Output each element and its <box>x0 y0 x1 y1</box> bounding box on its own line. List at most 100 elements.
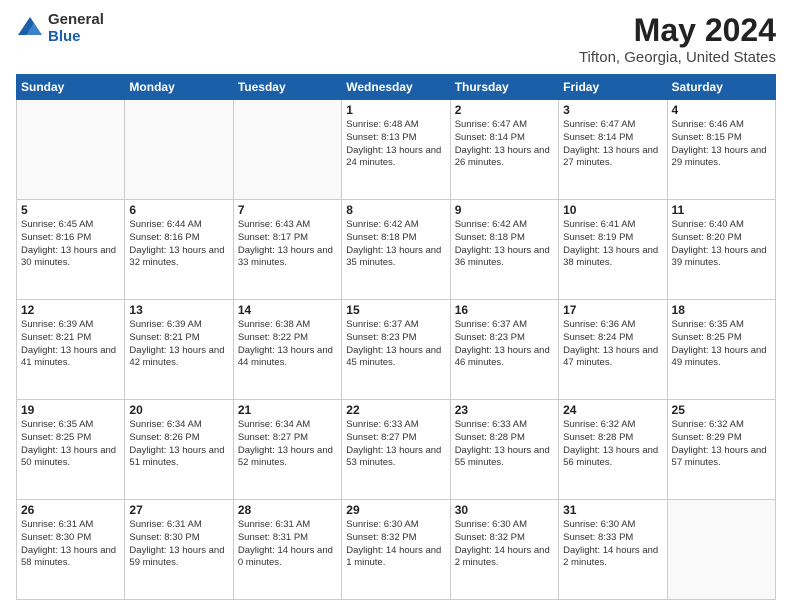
day-info: Sunrise: 6:34 AM Sunset: 8:26 PM Dayligh… <box>129 419 228 470</box>
day-info: Sunrise: 6:38 AM Sunset: 8:22 PM Dayligh… <box>238 319 337 370</box>
week-row-2: 12 Sunrise: 6:39 AM Sunset: 8:21 PM Dayli… <box>17 300 776 400</box>
day-number: 29 <box>346 503 445 517</box>
day-number: 27 <box>129 503 228 517</box>
day-info: Sunrise: 6:37 AM Sunset: 8:23 PM Dayligh… <box>346 319 445 370</box>
day-cell <box>233 100 341 200</box>
day-info: Sunrise: 6:44 AM Sunset: 8:16 PM Dayligh… <box>129 219 228 270</box>
day-number: 14 <box>238 303 337 317</box>
day-number: 20 <box>129 403 228 417</box>
subtitle: Tifton, Georgia, United States <box>579 49 776 66</box>
day-cell: 6 Sunrise: 6:44 AM Sunset: 8:16 PM Daylig… <box>125 200 233 300</box>
day-number: 19 <box>21 403 120 417</box>
day-number: 1 <box>346 103 445 117</box>
day-cell: 11 Sunrise: 6:40 AM Sunset: 8:20 PM Dayli… <box>667 200 775 300</box>
page: General Blue May 2024 Tifton, Georgia, U… <box>0 0 792 612</box>
day-info: Sunrise: 6:47 AM Sunset: 8:14 PM Dayligh… <box>563 119 662 170</box>
main-title: May 2024 <box>579 12 776 49</box>
day-info: Sunrise: 6:39 AM Sunset: 8:21 PM Dayligh… <box>21 319 120 370</box>
header-saturday: Saturday <box>667 75 775 100</box>
header-friday: Friday <box>559 75 667 100</box>
day-info: Sunrise: 6:31 AM Sunset: 8:30 PM Dayligh… <box>21 519 120 570</box>
day-cell: 23 Sunrise: 6:33 AM Sunset: 8:28 PM Dayli… <box>450 400 558 500</box>
day-cell: 17 Sunrise: 6:36 AM Sunset: 8:24 PM Dayli… <box>559 300 667 400</box>
day-cell: 19Sunrise: 6:35 AM Sunset: 8:25 PM Dayli… <box>17 400 125 500</box>
day-number: 2 <box>455 103 554 117</box>
day-cell: 16 Sunrise: 6:37 AM Sunset: 8:23 PM Dayli… <box>450 300 558 400</box>
day-info: Sunrise: 6:36 AM Sunset: 8:24 PM Dayligh… <box>563 319 662 370</box>
day-number: 25 <box>672 403 771 417</box>
day-cell: 3 Sunrise: 6:47 AM Sunset: 8:14 PM Daylig… <box>559 100 667 200</box>
day-info: Sunrise: 6:30 AM Sunset: 8:33 PM Dayligh… <box>563 519 662 570</box>
day-cell: 2 Sunrise: 6:47 AM Sunset: 8:14 PM Daylig… <box>450 100 558 200</box>
day-number: 12 <box>21 303 120 317</box>
day-number: 11 <box>672 203 771 217</box>
logo-blue: Blue <box>48 29 104 46</box>
day-info: Sunrise: 6:47 AM Sunset: 8:14 PM Dayligh… <box>455 119 554 170</box>
day-cell: 5Sunrise: 6:45 AM Sunset: 8:16 PM Daylig… <box>17 200 125 300</box>
day-cell: 7 Sunrise: 6:43 AM Sunset: 8:17 PM Daylig… <box>233 200 341 300</box>
day-cell: 24Sunrise: 6:32 AM Sunset: 8:28 PM Dayli… <box>559 400 667 500</box>
day-info: Sunrise: 6:40 AM Sunset: 8:20 PM Dayligh… <box>672 219 771 270</box>
week-row-3: 19Sunrise: 6:35 AM Sunset: 8:25 PM Dayli… <box>17 400 776 500</box>
day-number: 26 <box>21 503 120 517</box>
calendar-table: SundayMondayTuesdayWednesdayThursdayFrid… <box>16 74 776 600</box>
calendar-body: 1 Sunrise: 6:48 AM Sunset: 8:13 PM Daylig… <box>17 100 776 600</box>
header-wednesday: Wednesday <box>342 75 450 100</box>
logo-general: General <box>48 12 104 29</box>
day-info: Sunrise: 6:33 AM Sunset: 8:28 PM Dayligh… <box>455 419 554 470</box>
day-cell: 4Sunrise: 6:46 AM Sunset: 8:15 PM Daylig… <box>667 100 775 200</box>
day-cell: 10 Sunrise: 6:41 AM Sunset: 8:19 PM Dayli… <box>559 200 667 300</box>
day-cell: 25 Sunrise: 6:32 AM Sunset: 8:29 PM Dayli… <box>667 400 775 500</box>
day-info: Sunrise: 6:33 AM Sunset: 8:27 PM Dayligh… <box>346 419 445 470</box>
day-info: Sunrise: 6:37 AM Sunset: 8:23 PM Dayligh… <box>455 319 554 370</box>
day-number: 10 <box>563 203 662 217</box>
day-number: 24 <box>563 403 662 417</box>
day-cell: 29 Sunrise: 6:30 AM Sunset: 8:32 PM Dayli… <box>342 500 450 600</box>
header-monday: Monday <box>125 75 233 100</box>
day-cell: 28Sunrise: 6:31 AM Sunset: 8:31 PM Dayli… <box>233 500 341 600</box>
day-info: Sunrise: 6:30 AM Sunset: 8:32 PM Dayligh… <box>455 519 554 570</box>
day-cell: 15 Sunrise: 6:37 AM Sunset: 8:23 PM Dayli… <box>342 300 450 400</box>
week-row-4: 26 Sunrise: 6:31 AM Sunset: 8:30 PM Dayli… <box>17 500 776 600</box>
day-info: Sunrise: 6:30 AM Sunset: 8:32 PM Dayligh… <box>346 519 445 570</box>
day-cell: 14 Sunrise: 6:38 AM Sunset: 8:22 PM Dayli… <box>233 300 341 400</box>
header-sunday: Sunday <box>17 75 125 100</box>
day-number: 17 <box>563 303 662 317</box>
day-cell: 22 Sunrise: 6:33 AM Sunset: 8:27 PM Dayli… <box>342 400 450 500</box>
day-number: 9 <box>455 203 554 217</box>
day-number: 7 <box>238 203 337 217</box>
day-number: 22 <box>346 403 445 417</box>
day-info: Sunrise: 6:41 AM Sunset: 8:19 PM Dayligh… <box>563 219 662 270</box>
day-info: Sunrise: 6:43 AM Sunset: 8:17 PM Dayligh… <box>238 219 337 270</box>
day-number: 23 <box>455 403 554 417</box>
day-cell <box>667 500 775 600</box>
day-info: Sunrise: 6:42 AM Sunset: 8:18 PM Dayligh… <box>346 219 445 270</box>
day-number: 31 <box>563 503 662 517</box>
day-number: 13 <box>129 303 228 317</box>
day-cell: 20 Sunrise: 6:34 AM Sunset: 8:26 PM Dayli… <box>125 400 233 500</box>
day-info: Sunrise: 6:46 AM Sunset: 8:15 PM Dayligh… <box>672 119 771 170</box>
day-info: Sunrise: 6:31 AM Sunset: 8:31 PM Dayligh… <box>238 519 337 570</box>
header-tuesday: Tuesday <box>233 75 341 100</box>
day-number: 21 <box>238 403 337 417</box>
day-info: Sunrise: 6:31 AM Sunset: 8:30 PM Dayligh… <box>129 519 228 570</box>
day-number: 30 <box>455 503 554 517</box>
day-number: 3 <box>563 103 662 117</box>
day-cell <box>17 100 125 200</box>
day-number: 15 <box>346 303 445 317</box>
week-row-1: 5Sunrise: 6:45 AM Sunset: 8:16 PM Daylig… <box>17 200 776 300</box>
day-info: Sunrise: 6:32 AM Sunset: 8:29 PM Dayligh… <box>672 419 771 470</box>
day-cell: 27 Sunrise: 6:31 AM Sunset: 8:30 PM Dayli… <box>125 500 233 600</box>
day-number: 6 <box>129 203 228 217</box>
day-info: Sunrise: 6:42 AM Sunset: 8:18 PM Dayligh… <box>455 219 554 270</box>
day-info: Sunrise: 6:39 AM Sunset: 8:21 PM Dayligh… <box>129 319 228 370</box>
day-cell: 30 Sunrise: 6:30 AM Sunset: 8:32 PM Dayli… <box>450 500 558 600</box>
day-cell: 1 Sunrise: 6:48 AM Sunset: 8:13 PM Daylig… <box>342 100 450 200</box>
header: General Blue May 2024 Tifton, Georgia, U… <box>16 12 776 66</box>
day-info: Sunrise: 6:48 AM Sunset: 8:13 PM Dayligh… <box>346 119 445 170</box>
day-cell: 13 Sunrise: 6:39 AM Sunset: 8:21 PM Dayli… <box>125 300 233 400</box>
day-number: 16 <box>455 303 554 317</box>
day-cell: 18Sunrise: 6:35 AM Sunset: 8:25 PM Dayli… <box>667 300 775 400</box>
day-info: Sunrise: 6:45 AM Sunset: 8:16 PM Dayligh… <box>21 219 120 270</box>
day-cell: 31 Sunrise: 6:30 AM Sunset: 8:33 PM Dayli… <box>559 500 667 600</box>
